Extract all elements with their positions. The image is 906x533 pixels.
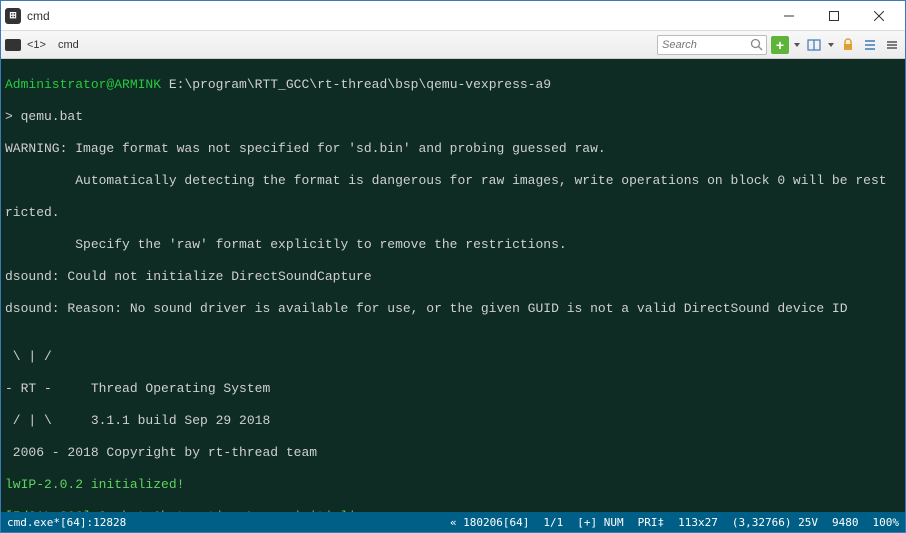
title-bar: ⊞ cmd — [1, 1, 905, 31]
search-icon[interactable] — [750, 38, 764, 52]
status-item: PRI‡ — [638, 516, 665, 529]
search-wrap — [657, 35, 767, 55]
output-line: Automatically detecting the format is da… — [5, 173, 901, 189]
status-item: 9480 — [832, 516, 859, 529]
output-line: ricted. — [5, 205, 901, 221]
status-item: 100% — [873, 516, 900, 529]
prompt-user: Administrator@ARMINK — [5, 77, 161, 92]
output-line: WARNING: Image format was not specified … — [5, 141, 901, 157]
cmd-line: > qemu.bat — [5, 109, 901, 125]
maximize-button[interactable] — [811, 2, 856, 30]
output-line: dsound: Reason: No sound driver is avail… — [5, 301, 901, 317]
status-item: (3,32766) 25V — [732, 516, 818, 529]
output-line: lwIP-2.0.2 initialized! — [5, 477, 901, 493]
tab-number[interactable]: <1> — [27, 39, 46, 51]
banner-line: / | \ 3.1.1 build Sep 29 2018 — [5, 413, 901, 429]
tab-icon — [5, 39, 21, 51]
banner-line: - RT - Thread Operating System — [5, 381, 901, 397]
close-button[interactable] — [856, 2, 901, 30]
banner-line: \ | / — [5, 349, 901, 365]
minimize-button[interactable] — [766, 2, 811, 30]
window-title: cmd — [27, 9, 766, 23]
tab-name[interactable]: cmd — [58, 39, 79, 51]
prompt-path: E:\program\RTT_GCC\rt-thread\bsp\qemu-ve… — [169, 77, 551, 92]
toolbar: <1> cmd + — [1, 31, 905, 59]
layout-button[interactable] — [805, 36, 823, 54]
layout-dropdown[interactable] — [827, 36, 835, 54]
status-bar: cmd.exe*[64]:12828 « 180206[64] 1/1 [+] … — [1, 512, 905, 532]
list-view-button[interactable] — [861, 36, 879, 54]
terminal[interactable]: Administrator@ARMINK E:\program\RTT_GCC\… — [1, 59, 905, 512]
status-item: « 180206[64] — [450, 516, 529, 529]
status-item: 113x27 — [678, 516, 718, 529]
banner-line: 2006 - 2018 Copyright by rt-thread team — [5, 445, 901, 461]
new-tab-button[interactable]: + — [771, 36, 789, 54]
lock-button[interactable] — [839, 36, 857, 54]
menu-button[interactable] — [883, 36, 901, 54]
status-item: 1/1 — [543, 516, 563, 529]
status-process: cmd.exe*[64]:12828 — [7, 516, 436, 529]
status-item: [+] NUM — [577, 516, 623, 529]
new-tab-dropdown[interactable] — [793, 36, 801, 54]
app-icon: ⊞ — [5, 8, 21, 24]
output-line: Specify the 'raw' format explicitly to r… — [5, 237, 901, 253]
output-line: dsound: Could not initialize DirectSound… — [5, 269, 901, 285]
